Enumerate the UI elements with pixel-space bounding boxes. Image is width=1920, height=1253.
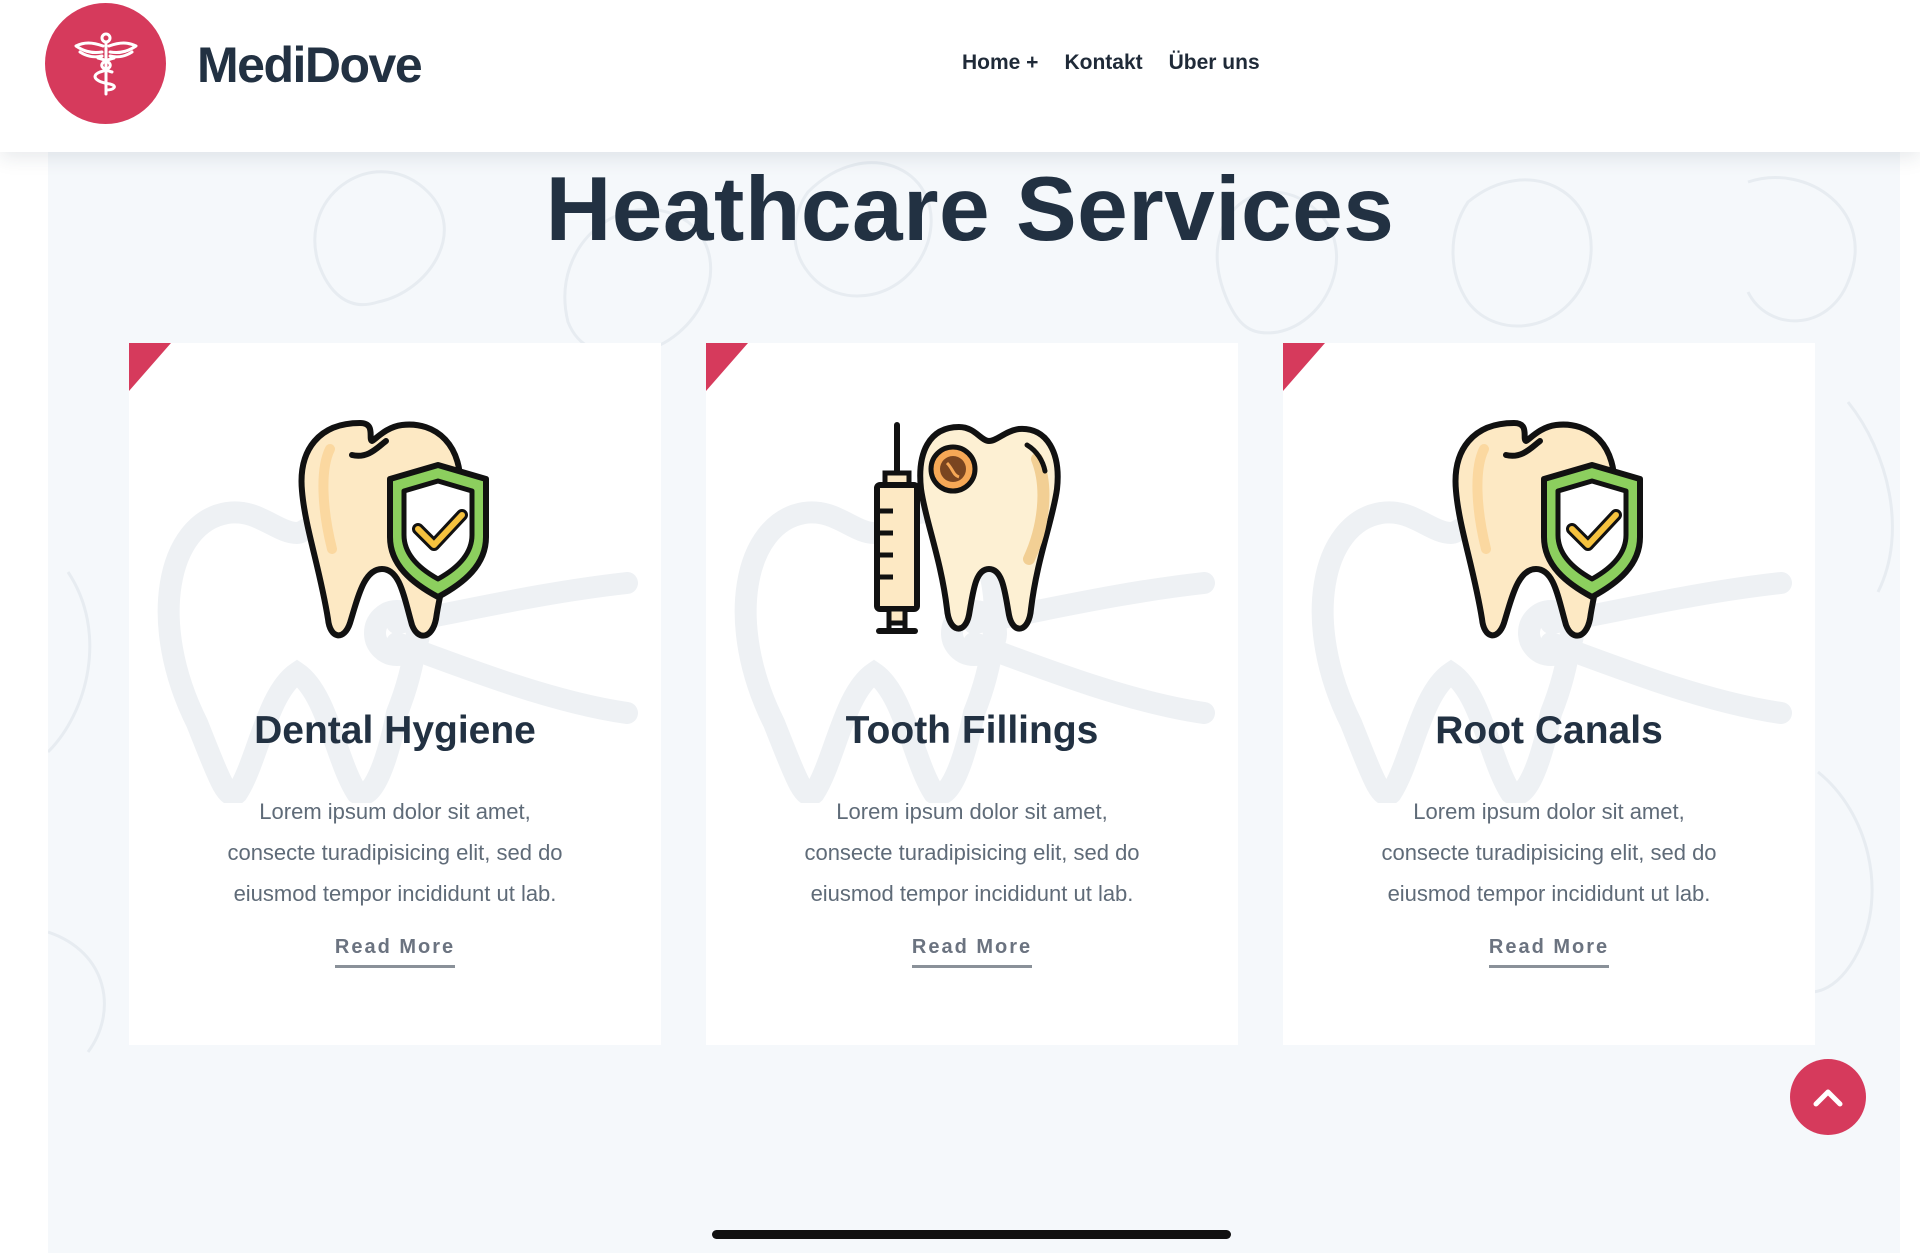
read-more-link[interactable]: Read More (1488, 935, 1610, 968)
read-more-container: Read More (1283, 935, 1815, 968)
caduceus-icon (74, 32, 137, 95)
scroll-to-top-button[interactable] (1790, 1059, 1866, 1135)
main-nav: Home + Kontakt Über uns (962, 50, 1260, 76)
card-title: Dental Hygiene (254, 709, 536, 752)
card-description-line: consecte turadipisicing elit, sed do (804, 840, 1140, 865)
read-more-container: Read More (706, 935, 1238, 968)
card-description-line: eiusmod tempor incididunt ut lab. (810, 881, 1134, 906)
brand-name[interactable]: MediDove (197, 37, 423, 93)
chevron-up-icon (1813, 1089, 1843, 1107)
tooth-syringe-icon (874, 422, 1061, 634)
tooth-shield-icon (298, 420, 489, 639)
card-corner-accent (129, 343, 171, 391)
logo[interactable] (45, 3, 166, 124)
site-header: MediDove Home + Kontakt Über uns (0, 0, 1920, 152)
card-description-line: consecte turadipisicing elit, sed do (227, 840, 563, 865)
service-card-tooth-fillings: Tooth Fillings Lorem ipsum dolor sit ame… (706, 343, 1238, 1045)
home-indicator[interactable] (712, 1230, 1231, 1239)
card-description-line: Lorem ipsum dolor sit amet, (1413, 799, 1685, 824)
nav-item-ueber-uns[interactable]: Über uns (1169, 50, 1260, 76)
tooth-shield-icon (1452, 420, 1643, 639)
page-title: Heathcare Services (545, 159, 1395, 260)
card-corner-accent (706, 343, 748, 391)
card-description-line: eiusmod tempor incididunt ut lab. (1387, 881, 1711, 906)
card-description-line: consecte turadipisicing elit, sed do (1381, 840, 1717, 865)
card-description: Lorem ipsum dolor sit amet, consecte tur… (199, 791, 591, 914)
read-more-link[interactable]: Read More (911, 935, 1033, 968)
nav-item-home[interactable]: Home + (962, 50, 1038, 76)
card-description: Lorem ipsum dolor sit amet, consecte tur… (1353, 791, 1745, 914)
card-title: Tooth Fillings (845, 709, 1099, 752)
card-description-line: Lorem ipsum dolor sit amet, (836, 799, 1108, 824)
service-card-root-canals: Root Canals Lorem ipsum dolor sit amet, … (1283, 343, 1815, 1045)
card-title: Root Canals (1435, 709, 1663, 752)
card-description: Lorem ipsum dolor sit amet, consecte tur… (776, 791, 1168, 914)
card-description-line: Lorem ipsum dolor sit amet, (259, 799, 531, 824)
service-card-dental-hygiene: Dental Hygiene Lorem ipsum dolor sit ame… (129, 343, 661, 1045)
nav-item-kontakt[interactable]: Kontakt (1064, 50, 1142, 76)
read-more-container: Read More (129, 935, 661, 968)
card-description-line: eiusmod tempor incididunt ut lab. (233, 881, 557, 906)
card-corner-accent (1283, 343, 1325, 391)
read-more-link[interactable]: Read More (334, 935, 456, 968)
